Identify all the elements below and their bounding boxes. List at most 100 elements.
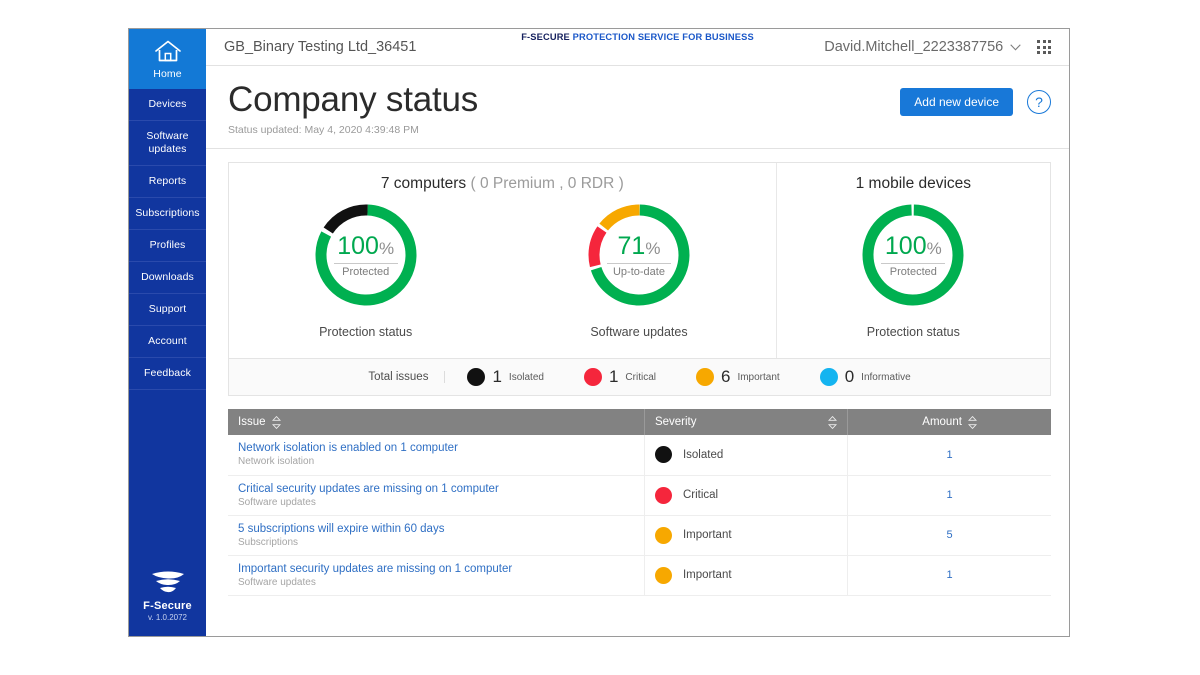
sort-icon	[828, 415, 838, 429]
column-label-amount: Amount	[922, 416, 962, 428]
donut-value: 100%	[885, 233, 942, 262]
computers-panel: 7 computers ( 0 Premium , 0 RDR ) 100% P…	[229, 163, 776, 358]
issue-title-link[interactable]: Critical security updates are missing on…	[238, 482, 634, 496]
donut-divider	[606, 262, 671, 264]
legend-item-isolated[interactable]: 1 Isolated	[467, 368, 544, 386]
severity-cell: Isolated	[643, 435, 849, 476]
sidebar-item-profiles[interactable]: Profiles	[129, 230, 206, 262]
total-issues-bar: Total issues 1 Isolated 1 Critical 6 Imp…	[228, 359, 1051, 396]
sidebar-item-label: Feedback	[144, 367, 191, 379]
sidebar-item-subscriptions[interactable]: Subscriptions	[129, 198, 206, 230]
donut-unit: %	[378, 238, 395, 258]
legend-label: Isolated	[508, 371, 544, 383]
amount-link[interactable]: 1	[947, 569, 953, 581]
table-row[interactable]: 5 subscriptions will expire within 60 da…	[228, 515, 1051, 556]
legend-item-critical[interactable]: 1 Critical	[583, 368, 656, 386]
sort-icon	[967, 415, 977, 429]
issues-table-body: Network isolation is enabled on 1 comput…	[228, 435, 1051, 596]
issue-title-link[interactable]: 5 subscriptions will expire within 60 da…	[238, 522, 634, 536]
donut-unit: %	[645, 238, 661, 258]
amount-cell: 5	[847, 515, 1051, 556]
sort-icon	[271, 415, 281, 429]
column-label-issue: Issue	[238, 416, 266, 428]
severity-dot-important	[654, 526, 672, 544]
donut-value: 71%	[618, 233, 661, 262]
sidebar-item-account[interactable]: Account	[129, 326, 206, 358]
amount-link[interactable]: 5	[947, 529, 953, 541]
severity-dot-isolated	[654, 446, 672, 464]
add-new-device-button[interactable]: Add new device	[900, 88, 1013, 116]
mobile-count-label: 1 mobile devices	[855, 175, 972, 192]
severity-dot-isolated	[467, 368, 486, 386]
mobile-devices-panel: 1 mobile devices 100% Protected Protecti…	[775, 163, 1050, 358]
legend-count: 6	[720, 367, 731, 386]
sidebar-item-feedback[interactable]: Feedback	[129, 358, 206, 390]
table-row[interactable]: Important security updates are missing o…	[228, 555, 1051, 596]
severity-dot-informative	[819, 368, 838, 386]
sidebar-item-reports[interactable]: Reports	[129, 166, 206, 198]
sidebar-item-label: Account	[148, 335, 187, 347]
sidebar-item-label: Home	[153, 68, 182, 80]
brand-name: F-Secure	[143, 600, 192, 612]
issue-title-link[interactable]: Network isolation is enabled on 1 comput…	[238, 441, 634, 455]
severity-label: Important	[682, 569, 732, 581]
chevron-down-icon	[1010, 43, 1021, 50]
column-header-issue[interactable]: Issue	[228, 409, 645, 435]
issue-category: Software updates	[238, 496, 316, 508]
computers-count-label: 7 computers	[380, 175, 467, 192]
donut-sublabel: Protected	[889, 265, 937, 278]
table-row[interactable]: Network isolation is enabled on 1 comput…	[228, 435, 1051, 476]
sidebar-item-home[interactable]: Home	[129, 29, 206, 89]
legend-item-important[interactable]: 6 Important	[695, 367, 780, 386]
severity-label: Critical	[682, 489, 719, 501]
mobile-protection-donut-block: 100% Protected Protection status	[857, 199, 969, 339]
amount-cell: 1	[847, 475, 1051, 516]
legend-item-informative[interactable]: 0 Informative	[819, 367, 911, 386]
donut-unit: %	[926, 238, 942, 258]
help-icon[interactable]: ?	[1027, 90, 1051, 114]
sidebar-item-label: Reports	[148, 175, 187, 187]
issue-cell: Critical security updates are missing on…	[228, 475, 645, 516]
sidebar-item-label: Downloads	[141, 271, 194, 283]
legend-label: Critical	[625, 371, 656, 383]
amount-link[interactable]: 1	[947, 489, 953, 501]
amount-cell: 1	[847, 435, 1051, 476]
page-header: Company status Status updated: May 4, 20…	[206, 66, 1069, 149]
organization-name: GB_Binary Testing Ltd_36451	[224, 39, 417, 55]
software-updates-donut: 71% Up-to-date	[583, 199, 695, 311]
issue-cell: Network isolation is enabled on 1 comput…	[228, 435, 645, 476]
status-updated-text: Status updated: May 4, 2020 4:39:48 PM	[228, 124, 419, 136]
sidebar-navigation: Home Devices Software updates Reports Su…	[129, 29, 206, 636]
computers-donut-row: 100% Protected Protection status 71% Up-…	[229, 199, 776, 339]
issue-title-link[interactable]: Important security updates are missing o…	[238, 562, 634, 576]
table-row[interactable]: Critical security updates are missing on…	[228, 475, 1051, 516]
user-menu[interactable]: David.Mitchell_2223387756	[824, 39, 1021, 55]
severity-label: Important	[682, 529, 732, 541]
severity-dot-important	[695, 368, 714, 386]
severity-cell: Important	[643, 555, 849, 596]
issues-table: Issue Severity Amount Network isolation …	[228, 409, 1051, 596]
legend-count: 1	[492, 367, 502, 386]
column-header-amount[interactable]: Amount	[847, 409, 1051, 435]
donut-sublabel: Up-to-date	[612, 265, 665, 278]
column-header-severity[interactable]: Severity	[643, 409, 849, 435]
donut-divider	[333, 262, 398, 264]
sidebar-item-devices[interactable]: Devices	[129, 89, 206, 121]
software-updates-donut-block: 71% Up-to-date Software updates	[583, 199, 695, 339]
protection-status-donut: 100% Protected	[310, 199, 422, 311]
issues-table-head: Issue Severity Amount	[228, 409, 1051, 435]
sidebar-item-software-updates[interactable]: Software updates	[129, 121, 206, 166]
legend-count: 0	[844, 367, 855, 386]
amount-link[interactable]: 1	[947, 449, 953, 461]
main-content: GB_Binary Testing Ltd_36451 F-SECURE PRO…	[206, 29, 1069, 636]
sidebar-item-downloads[interactable]: Downloads	[129, 262, 206, 294]
apps-grid-icon[interactable]	[1037, 40, 1051, 54]
sidebar-item-support[interactable]: Support	[129, 294, 206, 326]
brand-version: v. 1.0.2072	[148, 613, 187, 622]
f-secure-logo-icon	[151, 571, 184, 593]
severity-cell: Important	[643, 515, 849, 556]
donut-center-mobile: 100% Protected	[857, 199, 969, 311]
legend-label: Informative	[861, 371, 911, 383]
column-label-severity: Severity	[654, 416, 697, 428]
